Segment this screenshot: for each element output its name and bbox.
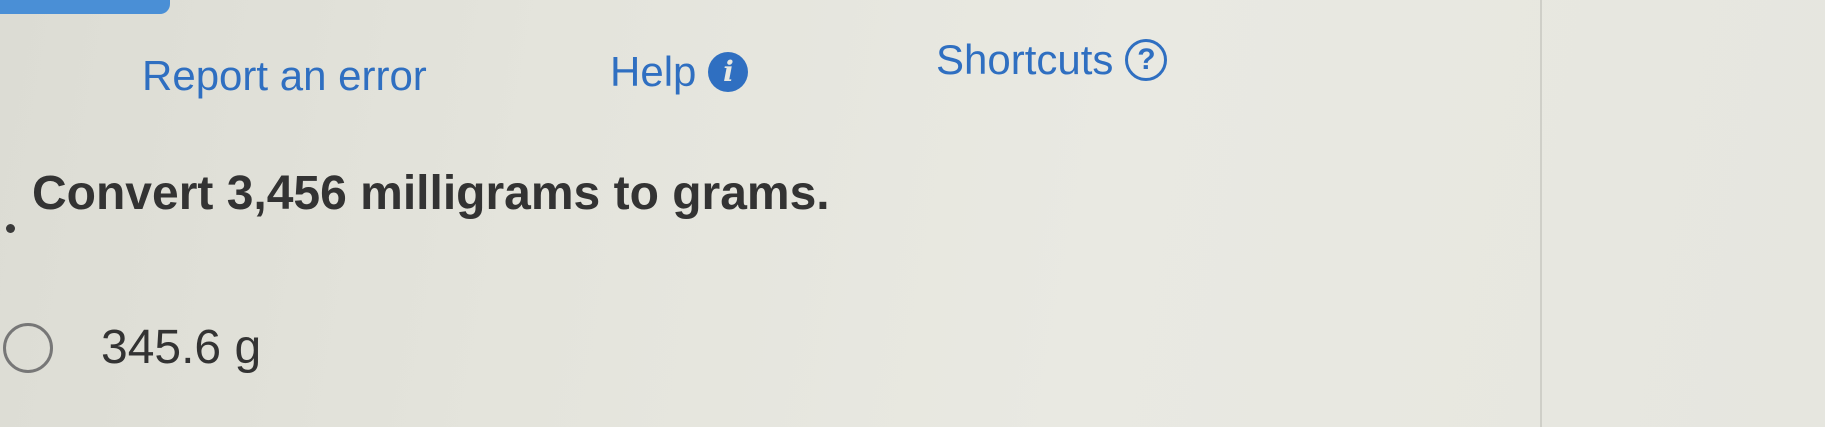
panel-divider: [1540, 0, 1542, 427]
help-circle-icon: ?: [1125, 39, 1168, 81]
report-error-link[interactable]: Report an error: [142, 48, 427, 104]
help-link[interactable]: Help i: [610, 44, 749, 100]
choice-label: 345.6 g: [101, 321, 262, 374]
info-icon: i: [708, 52, 749, 92]
shortcuts-label: Shortcuts: [936, 36, 1114, 83]
answer-choice[interactable]: 345.6 g: [0, 320, 261, 375]
shortcuts-link[interactable]: Shortcuts ?: [936, 32, 1168, 88]
question-text: Convert 3,456 milligrams to grams.: [32, 167, 830, 220]
bullet-dot: [6, 224, 15, 233]
top-tab[interactable]: [0, 0, 170, 14]
report-error-label: Report an error: [142, 52, 427, 99]
radio-button[interactable]: [3, 322, 53, 373]
help-label: Help: [610, 48, 697, 95]
